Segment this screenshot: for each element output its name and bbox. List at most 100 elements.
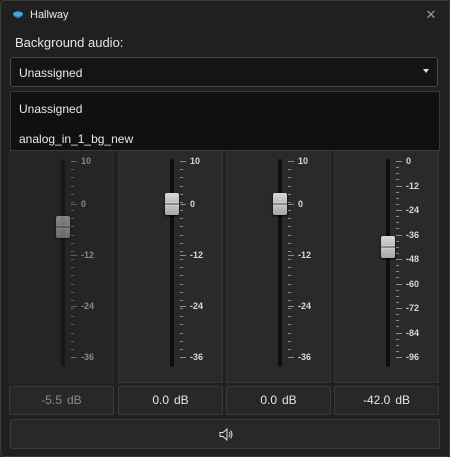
scale-label: -12 <box>406 181 420 191</box>
gain-unit: dB <box>282 393 297 407</box>
background-audio-dropdown: Unassigned analog_in_1_bg_new <box>10 91 440 151</box>
scale-label: -24 <box>406 205 420 215</box>
scale-minor-tick <box>288 284 291 285</box>
fader-knob <box>56 216 70 238</box>
scale-minor-tick <box>288 169 291 170</box>
scale-minor-tick <box>396 265 399 266</box>
caret-down-icon <box>423 69 429 73</box>
scale-label: -36 <box>406 230 420 240</box>
scale-minor-tick <box>288 349 291 350</box>
scale-minor-tick <box>396 241 399 242</box>
scale-minor-tick <box>396 271 399 272</box>
scale-minor-tick <box>396 204 399 205</box>
scale-minor-tick <box>180 349 183 350</box>
scale-minor-tick <box>396 290 399 291</box>
scale-major-tick <box>180 357 186 358</box>
scale-label: 0 <box>81 199 87 209</box>
background-audio-select[interactable]: Unassigned <box>10 57 438 87</box>
scale-minor-tick <box>71 226 74 227</box>
scale-minor-tick <box>180 202 183 203</box>
scale-minor-tick <box>288 226 291 227</box>
scale-minor-tick <box>71 243 74 244</box>
scale-major-tick <box>288 255 294 256</box>
close-icon[interactable]: ✕ <box>423 7 439 23</box>
scale-label: -60 <box>406 279 420 289</box>
speaker-icon <box>219 428 233 441</box>
scale-minor-tick <box>71 186 74 187</box>
fader-track[interactable] <box>170 159 174 367</box>
scale-major-tick <box>396 210 402 211</box>
scale-minor-tick <box>288 218 291 219</box>
scale-minor-tick <box>396 320 399 321</box>
fader-track[interactable] <box>61 159 65 367</box>
background-audio-label: Background audio: <box>15 35 124 50</box>
scale-label: 10 <box>190 156 201 166</box>
fader-knob[interactable] <box>165 193 179 215</box>
scale-minor-tick <box>71 324 74 325</box>
scale-major-tick <box>71 306 77 307</box>
fader-knob[interactable] <box>381 236 395 258</box>
scale-minor-tick <box>180 333 183 334</box>
scale-minor-tick <box>396 173 399 174</box>
scale-label: 10 <box>298 156 309 166</box>
gain-readout-2[interactable]: 0.0 dB <box>118 386 223 415</box>
scale-minor-tick <box>288 243 291 244</box>
title-bar: Hallway ✕ <box>1 1 449 31</box>
gain-unit: dB <box>395 393 411 407</box>
scale-minor-tick <box>180 177 183 178</box>
scale-minor-tick <box>71 300 74 301</box>
fader-knob[interactable] <box>273 193 287 215</box>
scale-label: -12 <box>81 250 95 260</box>
fader-track[interactable] <box>386 159 390 367</box>
scale-major-tick <box>396 235 402 236</box>
scale-minor-tick <box>180 259 183 260</box>
dropdown-option-unassigned[interactable]: Unassigned <box>19 102 82 116</box>
scale-minor-tick <box>71 251 74 252</box>
scale-major-tick <box>396 259 402 260</box>
scale-minor-tick <box>71 169 74 170</box>
scale-minor-tick <box>71 259 74 260</box>
dropdown-option-analog-in[interactable]: analog_in_1_bg_new <box>19 132 133 146</box>
scale-minor-tick <box>288 202 291 203</box>
scale-label: -12 <box>190 250 204 260</box>
scale-minor-tick <box>71 267 74 268</box>
scale-minor-tick <box>180 341 183 342</box>
gain-value: -42.0 <box>362 393 391 407</box>
scale-minor-tick <box>288 324 291 325</box>
scale-minor-tick <box>180 226 183 227</box>
scale-minor-tick <box>180 218 183 219</box>
scale-label: -96 <box>406 352 420 362</box>
scale-label: -36 <box>81 352 95 362</box>
scale-minor-tick <box>288 316 291 317</box>
scale-minor-tick <box>180 267 183 268</box>
scale-minor-tick <box>71 210 74 211</box>
fader-track[interactable] <box>278 159 282 367</box>
scale-major-tick <box>288 357 294 358</box>
scale-minor-tick <box>396 247 399 248</box>
gain-readout-3[interactable]: 0.0 dB <box>226 386 331 415</box>
scale-major-tick <box>180 306 186 307</box>
scale-minor-tick <box>71 218 74 219</box>
scale-minor-tick <box>288 341 291 342</box>
scale-major-tick <box>288 161 294 162</box>
scale-label: 0 <box>406 156 412 166</box>
gain-readout-4[interactable]: -42.0 dB <box>334 386 439 415</box>
scale-minor-tick <box>180 251 183 252</box>
scale-minor-tick <box>396 216 399 217</box>
scale-minor-tick <box>180 284 183 285</box>
scale-minor-tick <box>180 186 183 187</box>
scale-minor-tick <box>180 324 183 325</box>
mute-button[interactable] <box>10 419 440 449</box>
scale-minor-tick <box>288 194 291 195</box>
scale-major-tick <box>396 284 402 285</box>
scale-minor-tick <box>288 177 291 178</box>
scale-major-tick <box>180 161 186 162</box>
scale-major-tick <box>396 333 402 334</box>
scale-major-tick <box>396 161 402 162</box>
scale-major-tick <box>71 204 77 205</box>
scale-minor-tick <box>180 210 183 211</box>
scale-label: 0 <box>298 199 304 209</box>
scale-minor-tick <box>396 179 399 180</box>
scale-minor-tick <box>71 275 74 276</box>
scale-minor-tick <box>180 275 183 276</box>
